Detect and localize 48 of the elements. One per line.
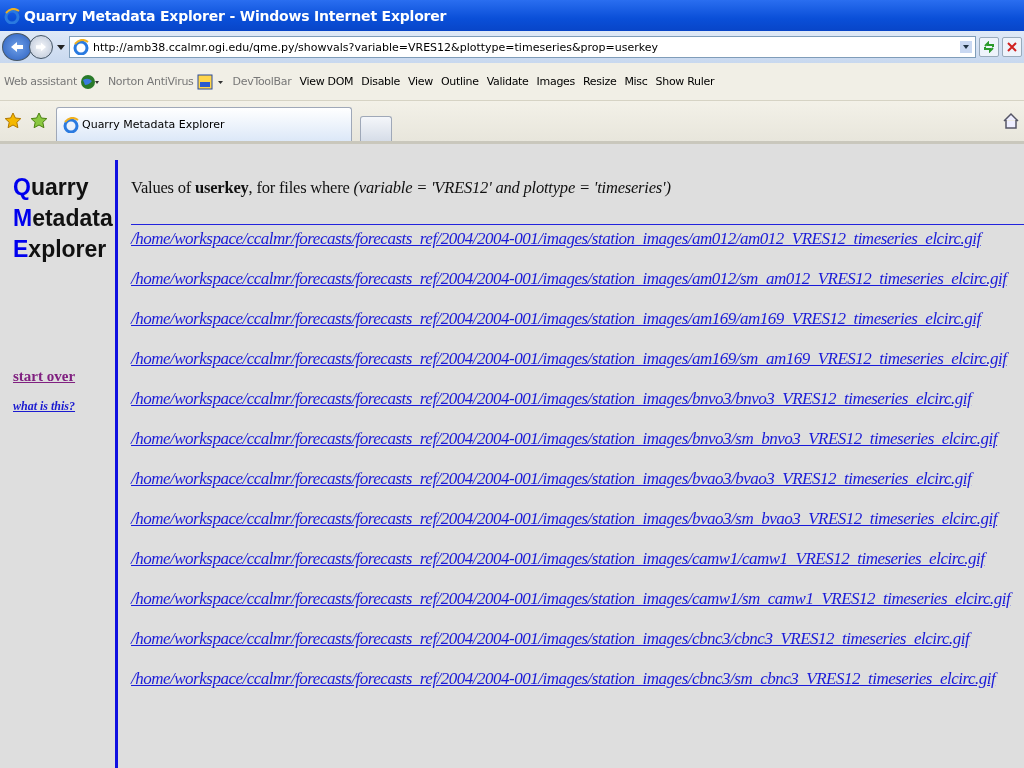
- file-link[interactable]: /home/workspace/ccalmr/forecasts/forecasts_ref/2004/2004-001/images/station_images/bnvo3/bnvo3_VRES12_timeseries_elcirc.gif: [131, 389, 972, 408]
- back-arrow-icon: [10, 41, 24, 53]
- file-link[interactable]: /home/workspace/ccalmr/forecasts/forecasts_ref/2004/2004-001/images/station_images/cbnc3/sm_cbnc3_VRES12_timeseries_elcirc.gif: [131, 669, 996, 688]
- forward-arrow-icon: [35, 42, 47, 52]
- browser-tab[interactable]: Quarry Metadata Explorer: [56, 107, 352, 141]
- address-field[interactable]: http://amb38.ccalmr.ogi.edu/qme.py/showvals?variable=VRES12&plottype=timeseries&prop=userkey: [69, 36, 976, 58]
- back-button[interactable]: [2, 33, 32, 61]
- toolbar-button[interactable]: Misc: [624, 75, 648, 88]
- toolbar-button[interactable]: View: [408, 75, 433, 88]
- refresh-icon: [983, 41, 995, 53]
- globe-icon: [79, 73, 100, 90]
- home-icon[interactable]: [1002, 112, 1020, 130]
- ie-logo-icon: [73, 39, 89, 55]
- file-link[interactable]: /home/workspace/ccalmr/forecasts/forecasts_ref/2004/2004-001/images/station_images/am012/sm_am012_VRES12_timeseries_elcirc.gif: [131, 269, 1007, 288]
- file-link[interactable]: /home/workspace/ccalmr/forecasts/forecasts_ref/2004/2004-001/images/station_images/bvao3/bvao3_VRES12_timeseries_elcirc.gif: [131, 469, 972, 488]
- toolbar-button[interactable]: Disable: [361, 75, 401, 88]
- file-link[interactable]: /home/workspace/ccalmr/forecasts/forecasts_ref/2004/2004-001/images/station_images/bvao3/sm_bvao3_VRES12_timeseries_elcirc.gif: [131, 509, 998, 528]
- toolbar-button[interactable]: DevToolBar: [232, 75, 292, 88]
- forward-button[interactable]: [29, 35, 53, 59]
- toolbar-button[interactable]: Resize: [582, 75, 617, 88]
- file-link[interactable]: /home/workspace/ccalmr/forecasts/forecasts_ref/2004/2004-001/images/station_images/cbnc3/cbnc3_VRES12_timeseries_elcirc.gif: [131, 629, 970, 648]
- dropdown-icon[interactable]: [960, 41, 972, 53]
- ie-logo-icon: [63, 116, 79, 133]
- window-title: Quarry Metadata Explorer - Windows Internet Explorer: [24, 7, 447, 24]
- close-icon: [1007, 42, 1017, 52]
- toolbar-button[interactable]: View DOM: [299, 75, 354, 88]
- refresh-button[interactable]: [979, 37, 999, 57]
- site-logo: Quarry Metadata Explorer: [13, 173, 114, 264]
- file-link[interactable]: /home/workspace/ccalmr/forecasts/forecasts_ref/2004/2004-001/images/station_images/am012/am012_VRES12_timeseries_elcirc.gif: [131, 229, 981, 248]
- file-link[interactable]: /home/workspace/ccalmr/forecasts/forecasts_ref/2004/2004-001/images/station_images/am169/sm_am169_VRES12_timeseries_elcirc.gif: [131, 349, 1007, 368]
- file-link[interactable]: /home/workspace/ccalmr/forecasts/forecasts_ref/2004/2004-001/images/station_images/camw1/camw1_VRES12_timeseries_elcirc.gif: [131, 549, 985, 568]
- close-button[interactable]: [1002, 37, 1022, 57]
- toolbar-button[interactable]: Validate: [486, 75, 529, 88]
- favorites-star-icon[interactable]: [4, 112, 22, 130]
- file-link[interactable]: /home/workspace/ccalmr/forecasts/forecasts_ref/2004/2004-001/images/station_images/am169/am169_VRES12_timeseries_elcirc.gif: [131, 309, 981, 328]
- toolbar-button[interactable]: Show Ruler: [655, 75, 715, 88]
- file-link[interactable]: /home/workspace/ccalmr/forecasts/forecasts_ref/2004/2004-001/images/station_images/camw1/sm_camw1_VRES12_timeseries_elcirc.gif: [131, 589, 1011, 608]
- toolbar-button[interactable]: Web assistant: [4, 73, 100, 90]
- dropdown-arrow-icon[interactable]: [56, 43, 66, 51]
- file-link[interactable]: /home/workspace/ccalmr/forecasts/forecasts_ref/2004/2004-001/images/station_images/bnvo3/sm_bnvo3_VRES12_timeseries_elcirc.gif: [131, 429, 998, 448]
- sidebar-link[interactable]: start over: [13, 368, 76, 385]
- sidebar-link[interactable]: what is this?: [13, 399, 76, 414]
- toolbar-button[interactable]: Outline: [440, 75, 479, 88]
- ie-logo-icon: [4, 7, 20, 24]
- add-favorite-icon[interactable]: [30, 112, 48, 130]
- results-heading: Values of userkey, for files where (variable = 'VRES12' and plottype = 'timeseries'): [131, 178, 672, 198]
- toolbar-button[interactable]: Images: [536, 75, 575, 88]
- toolbar-button[interactable]: Norton AntiVirus: [107, 73, 225, 90]
